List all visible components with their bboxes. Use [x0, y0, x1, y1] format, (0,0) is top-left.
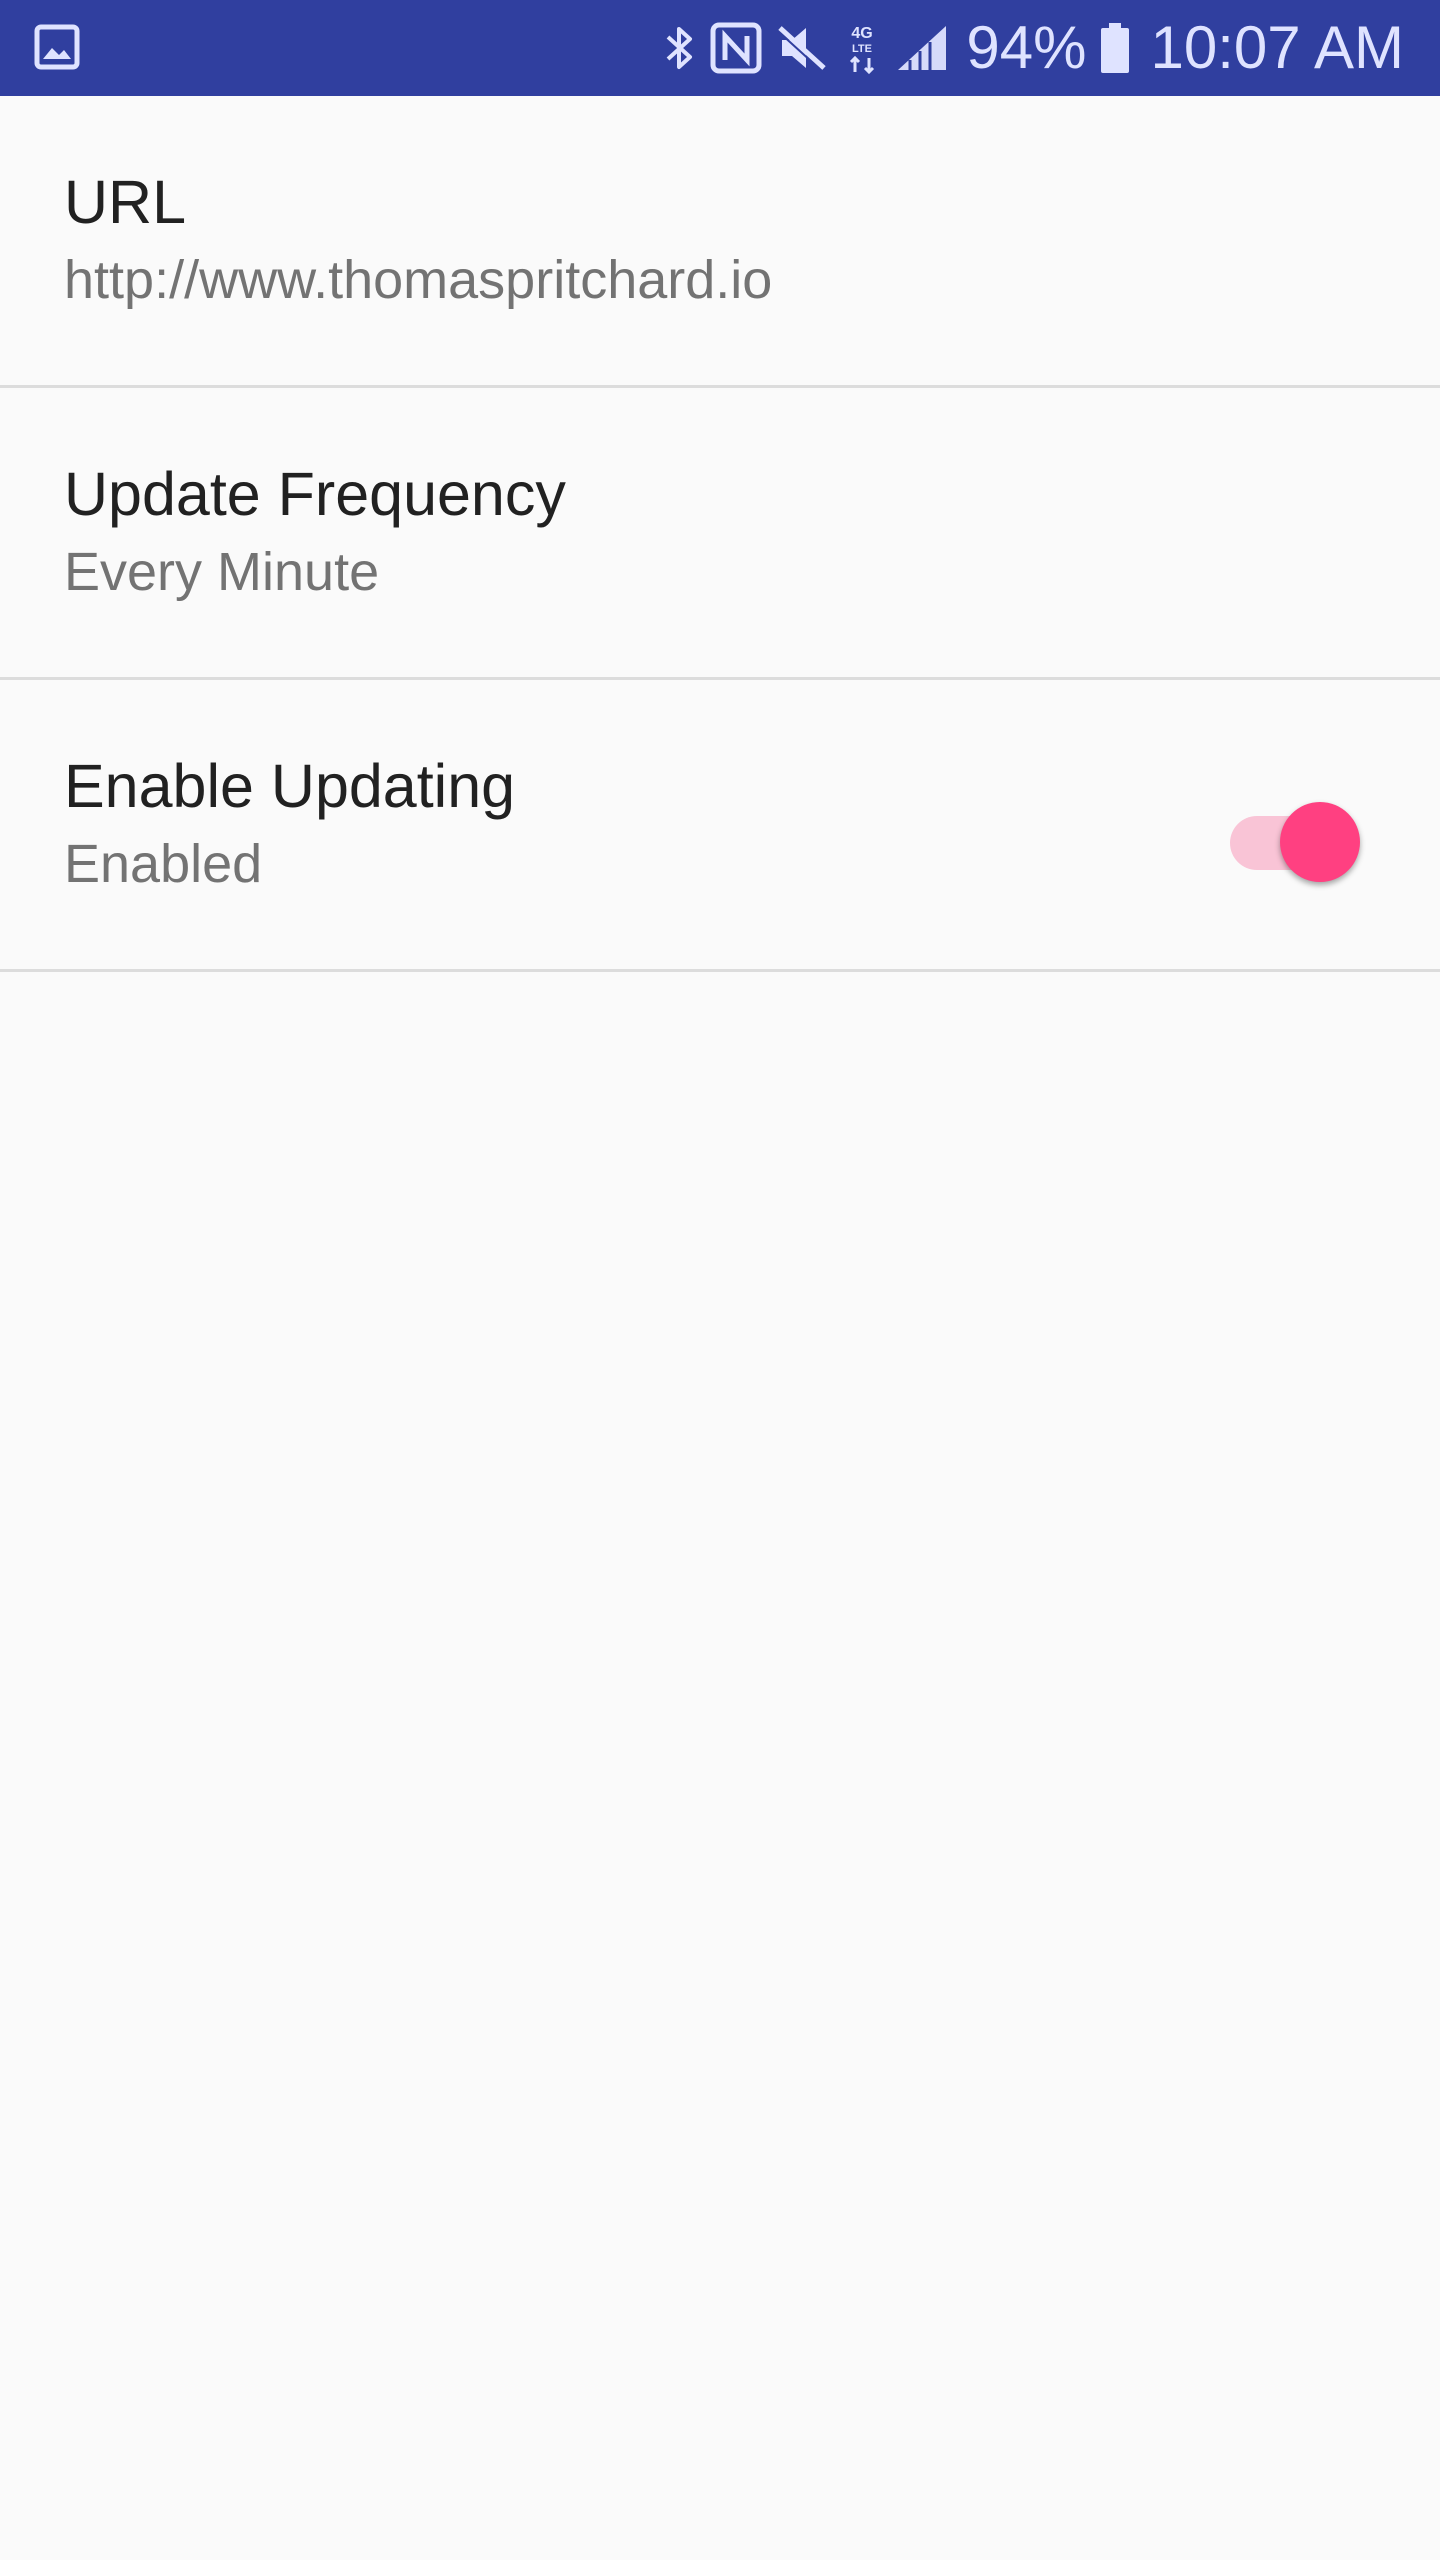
- enable-updating-switch[interactable]: [1230, 792, 1360, 882]
- status-icons: 4G LTE 94% 10:07 AM: [662, 0, 1404, 96]
- signal-icon: [896, 0, 948, 96]
- bluetooth-icon: [662, 0, 696, 96]
- lte-4g-icon: 4G LTE: [842, 0, 882, 96]
- preference-title: URL: [64, 168, 187, 236]
- preference-summary: Every Minute: [64, 542, 380, 602]
- preference-title: Enable Updating: [64, 752, 516, 820]
- status-bar: 4G LTE 94% 10:07 AM: [0, 0, 1440, 96]
- svg-text:LTE: LTE: [852, 43, 872, 55]
- battery-percent: 94%: [966, 14, 1087, 81]
- preference-update-frequency[interactable]: Update Frequency Every Minute: [0, 388, 1440, 680]
- mute-icon: [776, 0, 828, 96]
- clock: 10:07 AM: [1150, 14, 1404, 81]
- battery-icon: [1100, 0, 1130, 96]
- preference-url[interactable]: URL http://www.thomaspritchard.io: [0, 96, 1440, 388]
- preference-summary: http://www.thomaspritchard.io: [64, 250, 773, 310]
- switch-thumb: [1280, 802, 1360, 882]
- nfc-icon: [710, 0, 762, 96]
- preferences-list: URL http://www.thomaspritchard.io Update…: [0, 96, 1440, 972]
- gallery-notification-icon: [34, 24, 80, 70]
- svg-text:4G: 4G: [852, 25, 873, 42]
- preference-summary: Enabled: [64, 834, 263, 894]
- preference-title: Update Frequency: [64, 460, 566, 528]
- preference-enable-updating[interactable]: Enable Updating Enabled: [0, 680, 1440, 972]
